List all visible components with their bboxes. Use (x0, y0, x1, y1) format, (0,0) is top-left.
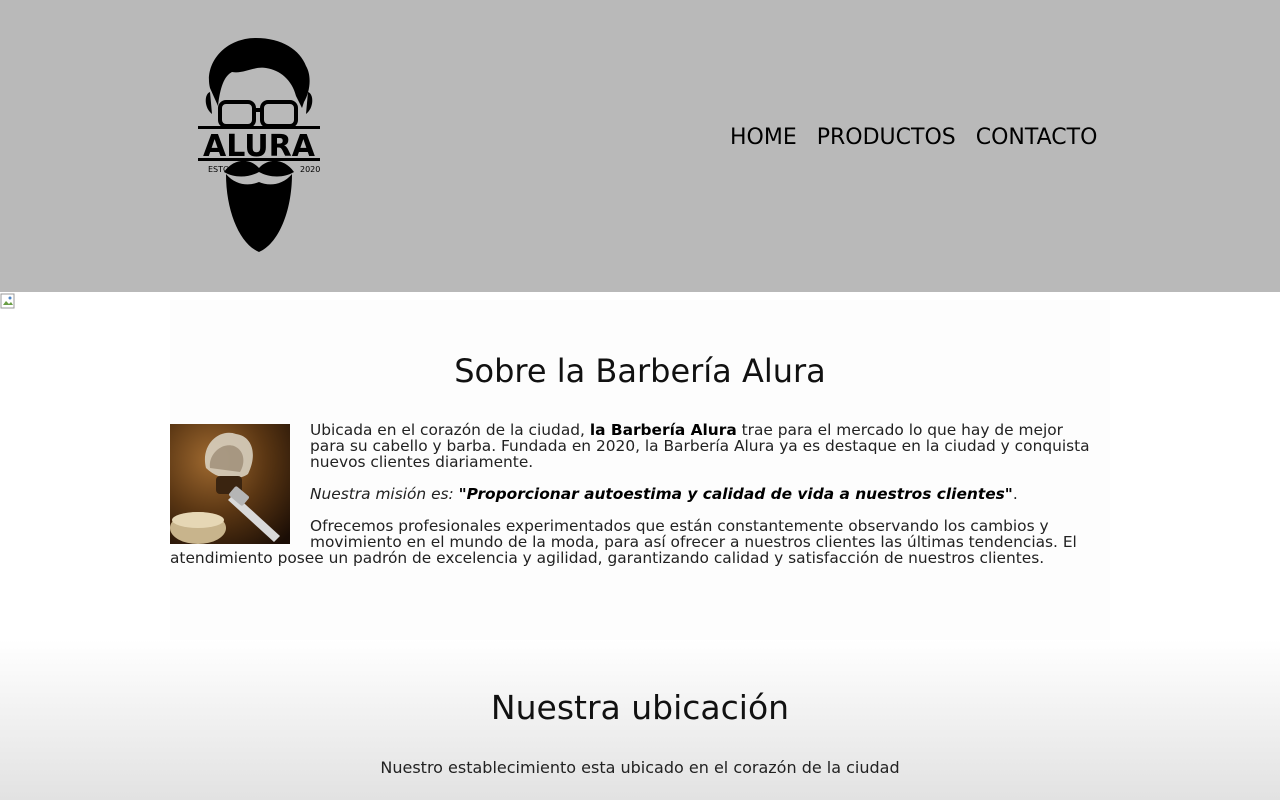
svg-text:ESTO: ESTO (208, 165, 229, 174)
main-nav: HOME PRODUCTOS CONTACTO (730, 125, 1117, 150)
location-title: Nuestra ubicación (490, 688, 790, 727)
svg-text:ALURA: ALURA (203, 129, 316, 164)
about-mission: Nuestra misión es: "Proporcionar autoest… (310, 485, 1018, 503)
broken-image-icon (0, 293, 15, 309)
about-paragraph-1: Ubicada en el corazón de la ciudad, la B… (310, 421, 1090, 471)
nav-home-link[interactable]: HOME (730, 125, 797, 150)
nav-productos-link[interactable]: PRODUCTOS (817, 125, 956, 150)
nav-contacto-link[interactable]: CONTACTO (976, 125, 1098, 150)
svg-text:2020: 2020 (300, 165, 320, 174)
about-text: Ubicada en el corazón de la ciudad, la B… (170, 422, 1100, 582)
alura-logo[interactable]: ALURA ESTO 2020 (196, 36, 322, 254)
about-paragraph-3: Ofrecemos profesionales experimentados q… (170, 517, 1077, 567)
about-title: Sobre la Barbería Alura (454, 352, 826, 390)
site-header: ALURA ESTO 2020 HOME PRODUCTOS CONTACTO (0, 0, 1280, 292)
location-text: Nuestro establecimiento esta ubicado en … (380, 758, 900, 777)
